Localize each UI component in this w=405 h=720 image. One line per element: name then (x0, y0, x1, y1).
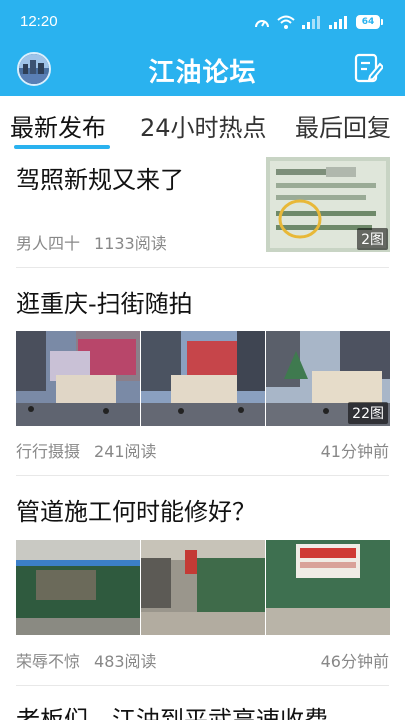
post-thumbnail[interactable] (16, 331, 140, 426)
image-count-badge: 22图 (348, 402, 388, 424)
post-author: 荣辱不惊 (16, 652, 81, 671)
status-icons: 64 (254, 13, 383, 31)
post-reads: 483阅读 (94, 652, 157, 671)
post-time: 46分钟前 (320, 652, 389, 671)
battery-icon: 64 (356, 15, 383, 29)
post-thumbnail[interactable] (141, 331, 265, 426)
post-meta: 行行摄摄 241阅读 (16, 438, 157, 462)
tab-latest[interactable]: 最新发布 (10, 108, 106, 143)
post-title[interactable]: 逛重庆-扫街随拍 (16, 284, 193, 319)
post-author: 行行摄摄 (16, 442, 81, 461)
compose-icon[interactable] (353, 52, 383, 84)
battery-level: 64 (356, 15, 380, 29)
post-reads: 1133阅读 (94, 234, 167, 253)
list-item[interactable]: 驾照新规又来了 男人四十 1133阅读 2图 (0, 152, 405, 268)
post-thumbnail[interactable] (16, 540, 140, 635)
list-item[interactable]: 逛重庆-扫街随拍 22图 行行摄摄 241阅读 41分钟前 (0, 268, 405, 476)
tab-last-reply[interactable]: 最后回复 (295, 108, 391, 143)
post-meta: 荣辱不惊 483阅读 (16, 648, 157, 672)
post-author: 男人四十 (16, 234, 81, 253)
signal-icon (302, 16, 320, 29)
post-title[interactable]: 驾照新规又来了 (16, 160, 184, 195)
image-count-badge: 2图 (357, 228, 388, 250)
post-thumbnail[interactable]: 22图 (266, 331, 390, 426)
app-title: 江油论坛 (148, 58, 257, 88)
app-header: 12:20 64 江油论坛 (0, 0, 405, 96)
post-meta: 男人四十 1133阅读 (16, 230, 167, 254)
post-thumbnail[interactable] (266, 540, 390, 635)
tab-24h-hot[interactable]: 24小时热点 (140, 108, 267, 143)
post-thumbnail[interactable] (141, 540, 265, 635)
post-time: 41分钟前 (320, 442, 389, 461)
post-title[interactable]: 老板们，江油到平武高速收费 (16, 700, 328, 720)
post-thumbnail[interactable]: 2图 (266, 157, 390, 252)
status-time: 12:20 (20, 13, 58, 30)
wifi-icon (277, 15, 295, 29)
tab-bar: 最新发布 24小时热点 最后回复 (0, 96, 405, 152)
list-item[interactable]: 管道施工何时能修好？ 荣辱不惊 483阅读 46分钟前 (0, 476, 405, 686)
tab-indicator (14, 145, 110, 149)
speedometer-icon (255, 20, 269, 28)
post-title[interactable]: 管道施工何时能修好？ (16, 492, 256, 527)
signal-icon-2 (329, 16, 347, 29)
list-item[interactable]: 老板们，江油到平武高速收费 (0, 686, 405, 720)
status-bar: 12:20 64 (0, 0, 405, 44)
post-reads: 241阅读 (94, 442, 157, 461)
